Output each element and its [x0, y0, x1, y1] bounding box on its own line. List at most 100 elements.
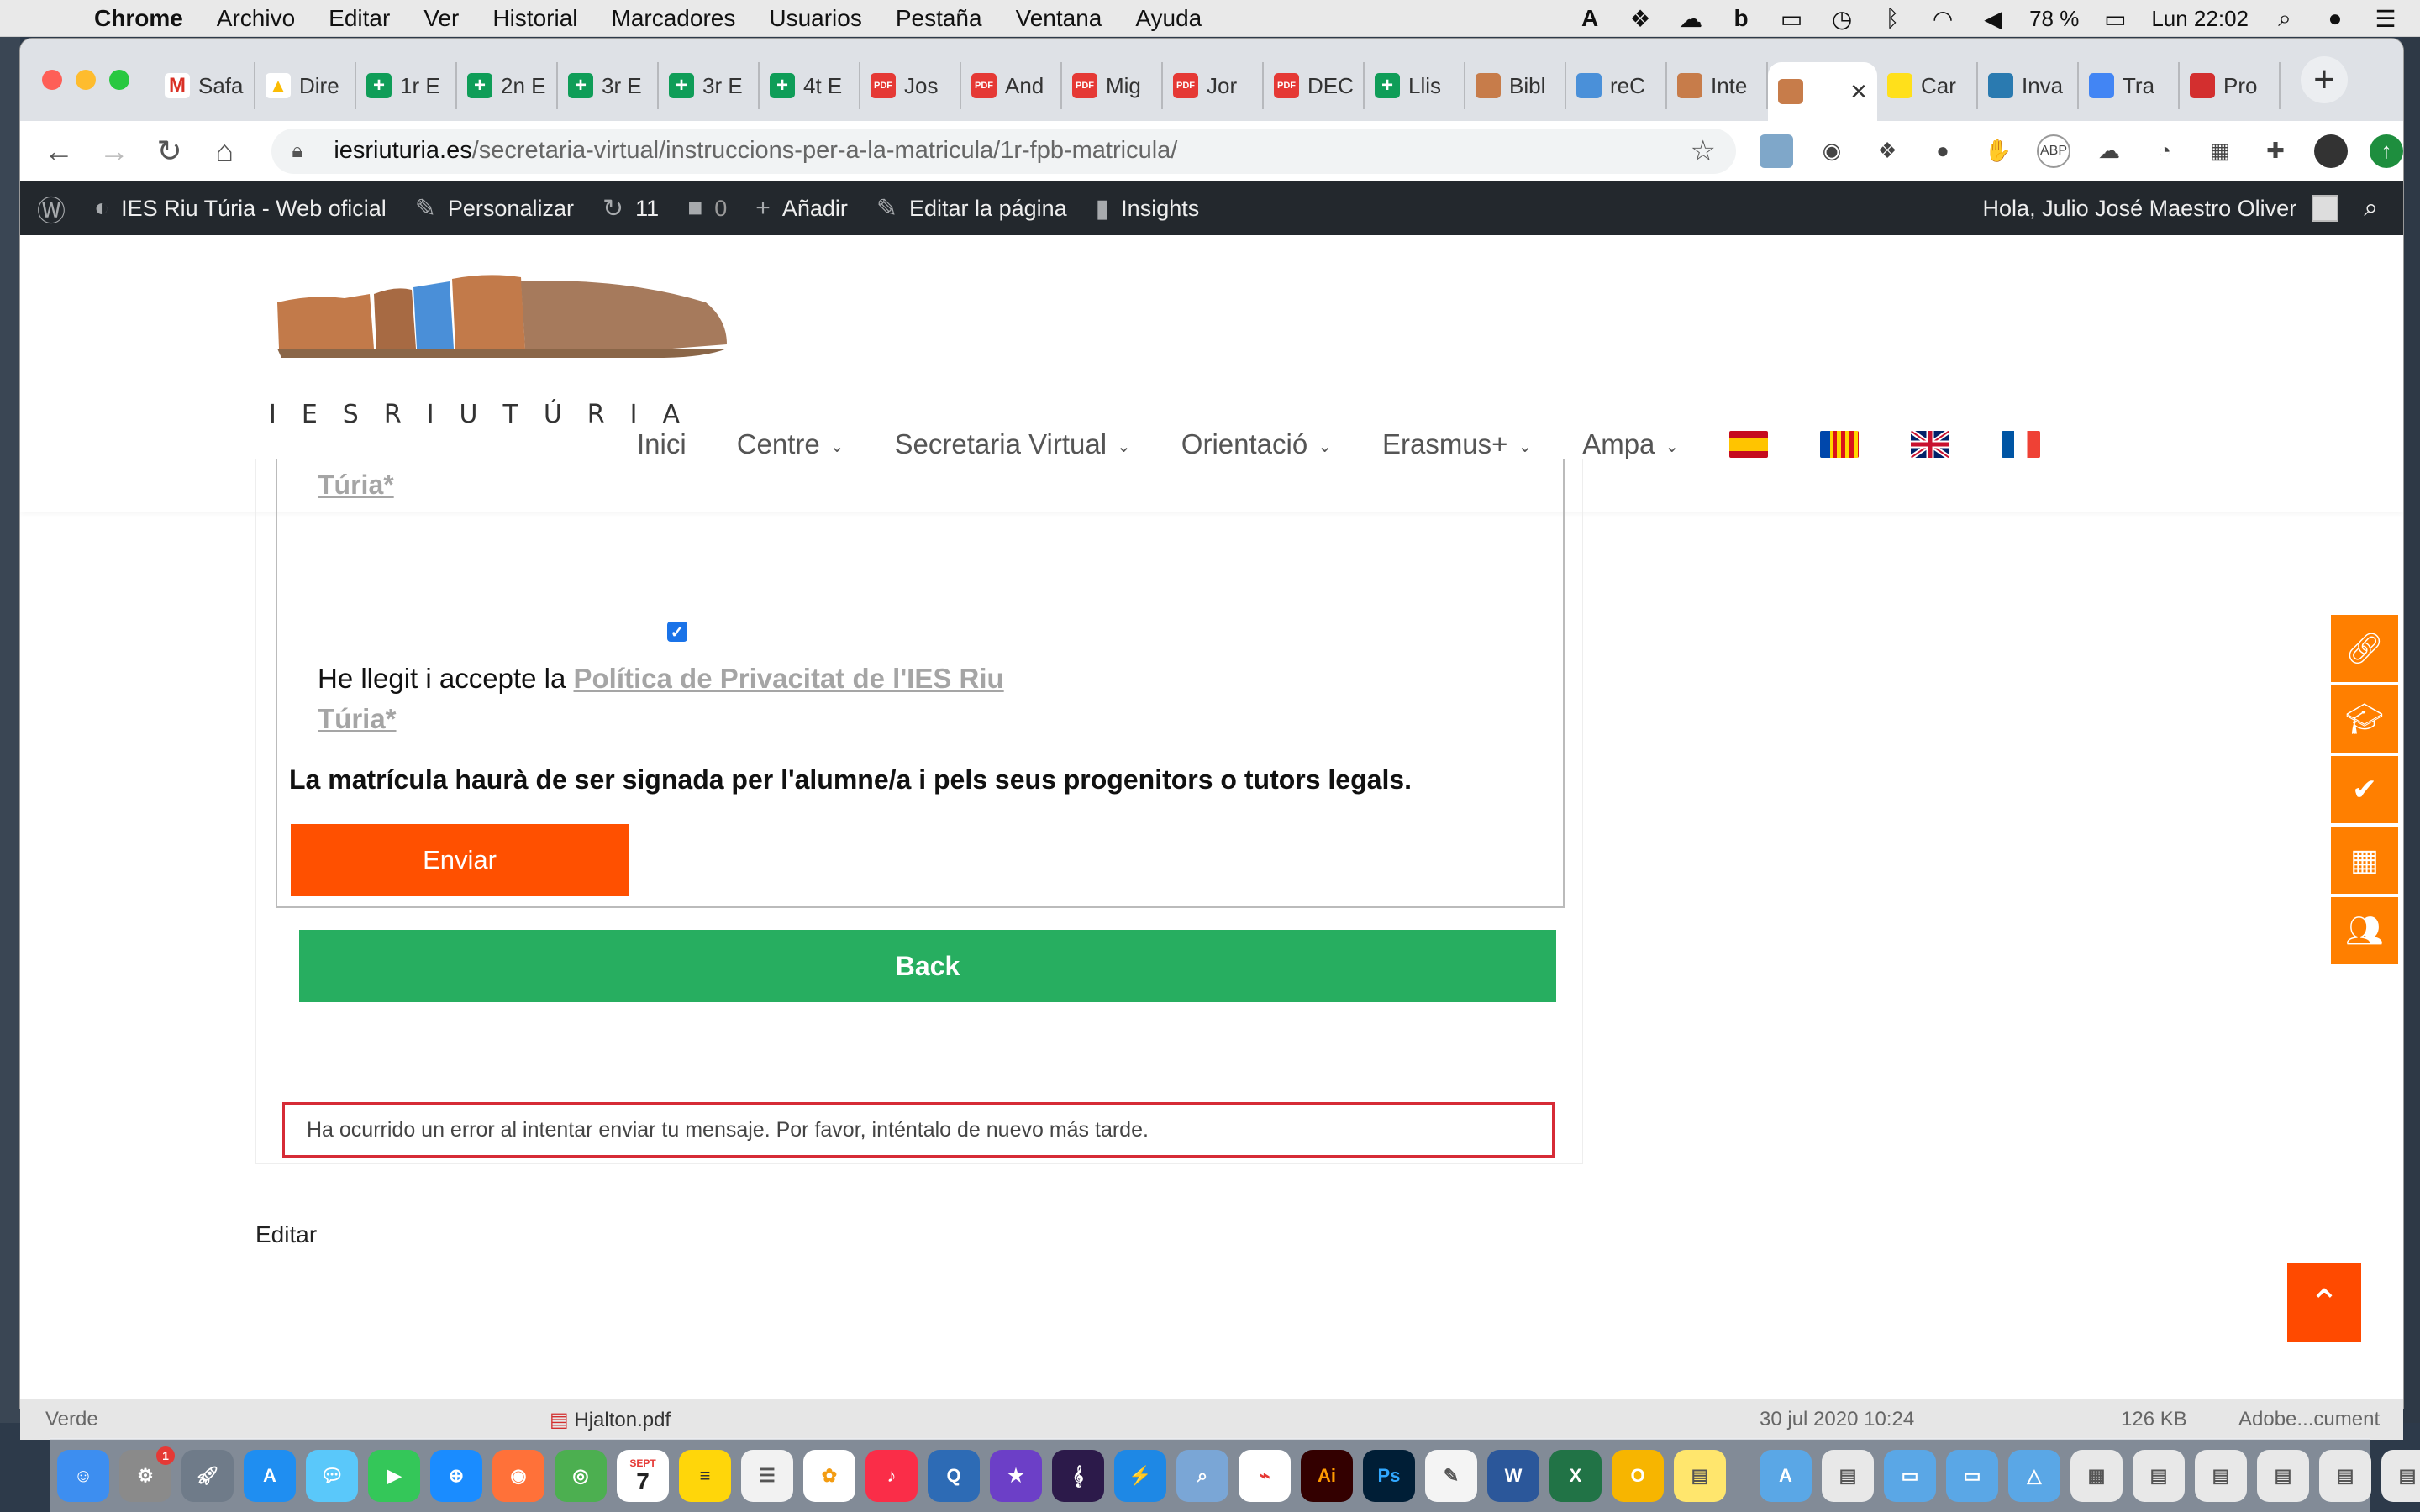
adblock-extension-icon[interactable]: ABP: [2037, 134, 2070, 168]
facetime-icon[interactable]: ▶: [368, 1449, 420, 1502]
adobe-icon[interactable]: A: [1576, 5, 1604, 31]
check-icon[interactable]: ✔: [2331, 756, 2398, 823]
nav-secretaria-virtual[interactable]: Secretaria Virtual ⌄: [895, 428, 1131, 460]
volume-icon[interactable]: ◀: [1979, 6, 2007, 32]
update-arrow-icon[interactable]: ↑: [2370, 134, 2403, 168]
tab-close-icon[interactable]: ×: [1850, 76, 1867, 108]
menu-ventana[interactable]: Ventana: [1016, 5, 1102, 32]
wp-comments[interactable]: ■ 0: [687, 194, 727, 223]
flag-es-icon[interactable]: [1729, 431, 1769, 458]
stickies-icon[interactable]: ▤: [1674, 1449, 1726, 1502]
finder-sidebar-item[interactable]: Verde: [45, 1408, 98, 1431]
apple-extension-icon[interactable]: ●: [1926, 134, 1960, 168]
lock-icon[interactable]: 🔒︎: [292, 139, 315, 163]
chrome-icon[interactable]: ◎: [555, 1449, 607, 1502]
minimize-window-button[interactable]: [76, 70, 96, 90]
wifi-icon[interactable]: ◠: [1928, 6, 1957, 32]
dropbox-extension-icon[interactable]: ❖: [1870, 134, 1904, 168]
menu-editar[interactable]: Editar: [329, 5, 390, 32]
calendar-icon[interactable]: SEPT 7: [617, 1449, 669, 1502]
imovie-icon[interactable]: ★: [990, 1449, 1042, 1502]
finder-file-name[interactable]: ▤ Hjalton.pdf: [550, 1408, 671, 1432]
timer-extension-icon[interactable]: ◔: [2148, 134, 2181, 168]
airplay-icon[interactable]: ▭: [1777, 6, 1806, 32]
sibelius-icon[interactable]: 𝄞: [1052, 1449, 1104, 1502]
nav-ampa[interactable]: Ampa ⌄: [1582, 428, 1679, 460]
wp-customize[interactable]: ✎ Personalizar: [415, 194, 574, 223]
site-logo[interactable]: [269, 269, 739, 395]
messages-icon[interactable]: 💬︎: [306, 1449, 358, 1502]
back-arrow-icon[interactable]: ←: [42, 134, 76, 169]
applications-folder-icon[interactable]: A: [1760, 1449, 1812, 1502]
nav-erasmus[interactable]: Erasmus+ ⌄: [1382, 428, 1532, 460]
browser-tab[interactable]: + Llis: [1365, 62, 1465, 109]
finder-icon[interactable]: ☺: [57, 1449, 109, 1502]
tab-active[interactable]: ×: [1768, 62, 1877, 121]
battery-icon[interactable]: ▭: [2101, 6, 2129, 32]
browser-tab[interactable]: +3r E: [659, 62, 760, 109]
building-icon[interactable]: ▦: [2331, 827, 2398, 894]
close-window-button[interactable]: [42, 70, 62, 90]
wp-edit-page[interactable]: ✎ Editar la página: [876, 194, 1067, 223]
bookmark-star-icon[interactable]: ☆: [1691, 134, 1716, 168]
grid-extension-icon[interactable]: ▦: [2203, 134, 2237, 168]
office-icon[interactable]: O: [1612, 1449, 1664, 1502]
privacy-link-line2[interactable]: Túria*: [318, 703, 397, 734]
wp-add-new[interactable]: + Añadir: [755, 194, 848, 223]
document-stack-icon[interactable]: ▤: [2381, 1449, 2420, 1502]
reload-icon[interactable]: ↻: [153, 134, 187, 169]
browser-tab[interactable]: PDF And: [961, 62, 1062, 109]
folder-icon[interactable]: ▭: [1884, 1449, 1936, 1502]
link-icon[interactable]: 🔗︎: [2331, 615, 2398, 682]
address-bar[interactable]: 🔒︎ iesriuturia.es/secretaria-virtual/ins…: [271, 128, 1736, 174]
wp-updates[interactable]: ↻ 11: [602, 194, 659, 223]
flag-fr-icon[interactable]: [2002, 431, 2041, 458]
browser-tab[interactable]: PDF Mig: [1062, 62, 1163, 109]
siri-icon[interactable]: ●: [2321, 5, 2349, 31]
browser-tab[interactable]: Inva: [1978, 62, 2079, 109]
document-stack-icon[interactable]: ▤: [2319, 1449, 2371, 1502]
menu-archivo[interactable]: Archivo: [217, 5, 295, 32]
textedit-icon[interactable]: ✎: [1425, 1449, 1477, 1502]
zoom-window-button[interactable]: [109, 70, 129, 90]
notes-icon[interactable]: ≡: [679, 1449, 731, 1502]
wordpress-logo-icon[interactable]: Ⓦ: [37, 188, 66, 229]
browser-tab[interactable]: +3r E: [558, 62, 659, 109]
privacy-checkbox[interactable]: ✓: [667, 622, 687, 642]
privacy-link-line1[interactable]: Política de Privacitat de l'IES Riu: [574, 663, 1004, 694]
excel-icon[interactable]: X: [1549, 1449, 1602, 1502]
flag-valencia-icon[interactable]: [1820, 431, 1860, 458]
menu-app-name[interactable]: Chrome: [94, 5, 183, 32]
scroll-to-top-button[interactable]: ⌃: [2287, 1263, 2361, 1342]
menu-marcadores[interactable]: Marcadores: [612, 5, 736, 32]
cloud-upload-icon[interactable]: ☁: [1676, 6, 1705, 32]
notification-center-icon[interactable]: ☰: [2371, 6, 2400, 32]
back-button[interactable]: Back: [299, 930, 1556, 1002]
document-stack-icon[interactable]: ▤: [1822, 1449, 1874, 1502]
browser-tab[interactable]: +4t E: [760, 62, 860, 109]
nav-inici[interactable]: Inici: [637, 428, 687, 460]
app-store-icon[interactable]: A: [244, 1449, 296, 1502]
nav-orientacio[interactable]: Orientació ⌄: [1181, 428, 1332, 460]
new-tab-button[interactable]: +: [2301, 56, 2348, 103]
browser-tab[interactable]: ▲ Dire: [255, 62, 356, 109]
menu-usuarios[interactable]: Usuarios: [769, 5, 861, 32]
terms-link-tail[interactable]: Túria*: [318, 470, 394, 501]
document-stack-icon[interactable]: ▤: [2257, 1449, 2309, 1502]
preview-icon[interactable]: ⌕: [1176, 1449, 1228, 1502]
browser-tab[interactable]: +2n E: [457, 62, 558, 109]
photos-icon[interactable]: ✿: [803, 1449, 855, 1502]
document-stack-icon[interactable]: ▤: [2133, 1449, 2185, 1502]
filezilla-icon[interactable]: ⚡: [1114, 1449, 1166, 1502]
profile-avatar[interactable]: [2314, 134, 2348, 168]
wp-insights[interactable]: ▮ Insights: [1096, 194, 1200, 223]
firefox-icon[interactable]: ◉: [492, 1449, 544, 1502]
browser-tab[interactable]: Bibl: [1465, 62, 1566, 109]
graduation-cap-icon[interactable]: 🎓︎: [2331, 685, 2398, 753]
puzzle-extensions-icon[interactable]: ✚: [2259, 134, 2292, 168]
wp-account[interactable]: Hola, Julio José Maestro Oliver ⌕: [1983, 181, 2378, 235]
spotlight-search-icon[interactable]: ⌕: [2270, 5, 2299, 31]
wp-search-icon[interactable]: ⌕: [2364, 194, 2378, 223]
bluetooth-icon[interactable]: ᛒ: [1878, 5, 1907, 31]
time-machine-icon[interactable]: ◷: [1828, 6, 1856, 32]
